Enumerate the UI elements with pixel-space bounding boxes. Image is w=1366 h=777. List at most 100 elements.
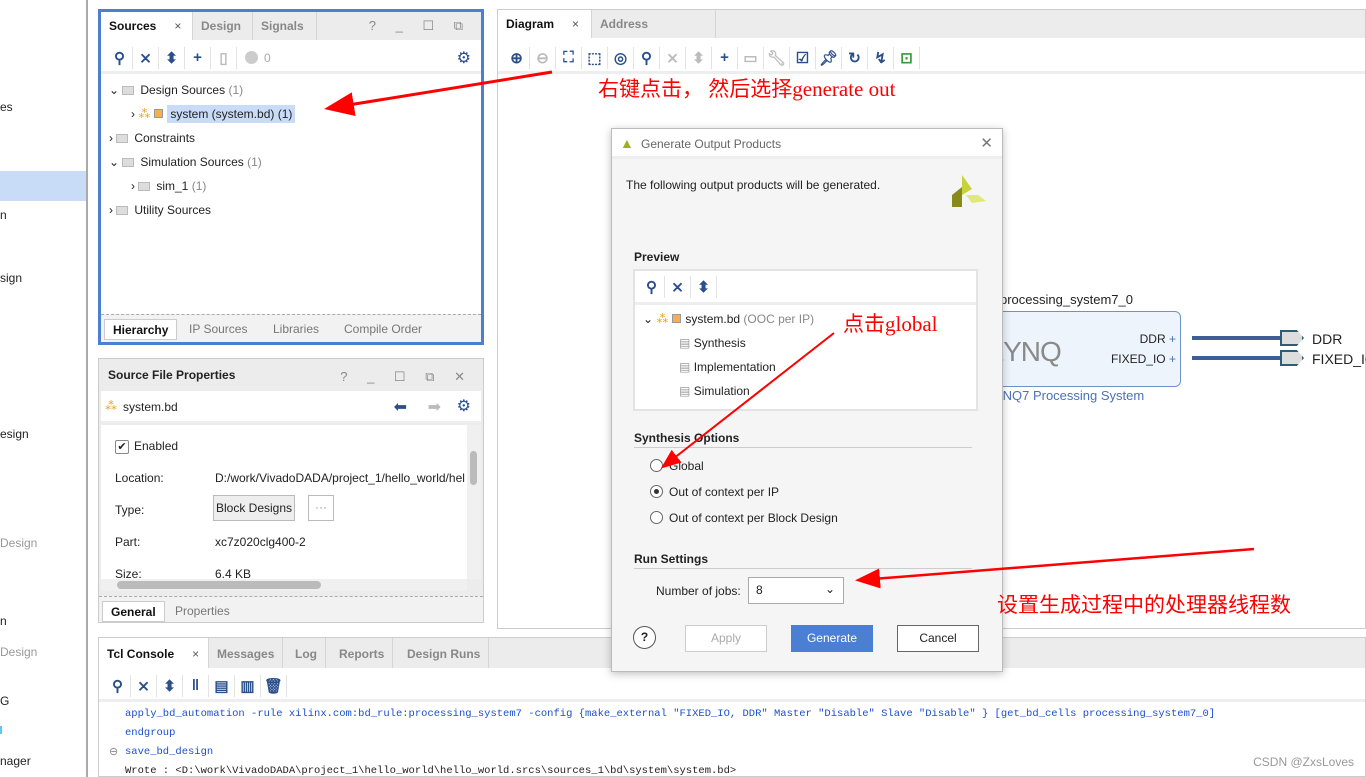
sidebar-item[interactable]: sign (0, 271, 22, 285)
zoom-fit-icon[interactable]: ⛶ (556, 46, 582, 69)
sidebar-item[interactable]: nager (0, 754, 31, 768)
tree-design-sources[interactable]: ⌄ Design Sources (1) (109, 80, 243, 100)
close-icon[interactable]: ✕ (980, 134, 993, 152)
generate-button[interactable]: Generate (791, 625, 873, 652)
window-controls-icon[interactable]: ? _ ☐ ⧉ (369, 18, 471, 34)
search-icon[interactable]: ⚲ (107, 46, 133, 69)
apply-button[interactable]: Apply (685, 625, 767, 652)
vertical-scrollbar[interactable] (467, 425, 481, 579)
tree-simulation-sources[interactable]: ⌄ Simulation Sources (1) (109, 152, 262, 172)
external-port-icon[interactable] (1280, 350, 1304, 366)
help-button[interactable]: ? (633, 626, 656, 649)
port-icon[interactable]: ⊡ (894, 46, 920, 69)
zynq-block[interactable]: ZYNQ DDR + FIXED_IO + (978, 311, 1181, 387)
expand-all-icon[interactable]: ⬍ (159, 46, 185, 69)
tab-design-runs[interactable]: Design Runs (399, 638, 490, 668)
radio-global[interactable]: Global (650, 459, 704, 473)
add-icon[interactable]: + (185, 46, 211, 69)
tab-ip-sources[interactable]: IP Sources (181, 319, 255, 340)
search-icon[interactable]: ⚲ (639, 275, 665, 298)
sidebar-item[interactable]: n (0, 614, 7, 628)
port-fixed-io[interactable]: FIXED_IO + (1111, 352, 1176, 366)
sidebar-item[interactable]: G (0, 694, 9, 708)
tree-system-bd[interactable]: › ⁂ system (system.bd) (1) (131, 104, 296, 124)
collapse-group-icon[interactable]: ⊖ (109, 745, 118, 758)
expand-all-icon[interactable]: ⬍ (157, 674, 183, 697)
tree-sim-1[interactable]: › sim_1 (1) (131, 176, 206, 196)
search-icon[interactable]: ⚲ (634, 46, 660, 69)
tab-libraries[interactable]: Libraries (265, 319, 327, 340)
sidebar-item[interactable]: Design (0, 536, 37, 550)
tab-tcl-console[interactable]: Tcl Console × (99, 638, 209, 668)
zoom-out-icon[interactable]: ⊖ (530, 46, 556, 69)
external-port-ddr[interactable]: DDR (1312, 331, 1342, 347)
external-port-fixed-io[interactable]: FIXED_IO (1312, 351, 1366, 367)
tab-properties[interactable]: Properties (167, 601, 238, 622)
close-icon[interactable]: × (174, 19, 181, 33)
forward-arrow-icon[interactable]: ➡ (428, 397, 441, 417)
collapse-all-icon[interactable]: ⨯ (131, 674, 157, 697)
search-icon[interactable]: ⚲ (105, 674, 131, 697)
collapse-all-icon[interactable]: ⨯ (660, 46, 686, 69)
back-arrow-icon[interactable]: ⬅ (394, 397, 407, 417)
tree-utility-sources[interactable]: › Utility Sources (109, 200, 211, 220)
tab-signals[interactable]: Signals (253, 12, 317, 40)
preview-tree-item[interactable]: ▤ Synthesis (679, 333, 746, 353)
radio-ooc-per-bd[interactable]: Out of context per Block Design (650, 511, 838, 525)
sidebar-item[interactable]: n (0, 208, 7, 222)
gear-icon[interactable]: ⚙ (457, 48, 471, 68)
port-ddr[interactable]: DDR + (1140, 332, 1176, 346)
tab-messages[interactable]: Messages (209, 638, 284, 668)
horizontal-scrollbar[interactable] (101, 579, 467, 591)
gear-icon[interactable]: ⚙ (457, 396, 471, 416)
preview-tree-root[interactable]: ⌄ ⁂ system.bd (OOC per IP) (643, 309, 814, 329)
close-icon[interactable]: × (572, 17, 579, 31)
window-controls-icon[interactable]: ? _ ☐ ⧉ ✕ (340, 369, 473, 385)
trash-icon[interactable]: 🗑︎ (261, 674, 287, 697)
enabled-checkbox[interactable]: ✔ Enabled (115, 439, 178, 454)
tab-diagram[interactable]: Diagram × (498, 10, 592, 38)
ip-icon (154, 109, 164, 118)
regenerate-layout-icon[interactable]: ↯ (868, 46, 894, 69)
pause-icon[interactable]: ‖ (183, 674, 209, 697)
preview-tree: ⚲ ⨯ ⬍ ⌄ ⁂ system.bd (OOC per IP) ▤ Synthe… (633, 269, 978, 411)
preview-tree-item[interactable]: ▤ Implementation (679, 357, 776, 377)
close-icon[interactable]: × (192, 647, 199, 661)
sidebar-item[interactable]: Design (0, 645, 37, 659)
add-ip-icon[interactable]: + (712, 46, 738, 69)
copy-icon[interactable]: ▤ (209, 674, 235, 697)
radio-icon (650, 511, 663, 524)
more-button[interactable]: ··· (308, 495, 334, 521)
tab-general[interactable]: General (102, 601, 165, 622)
wrench-icon[interactable]: 🔧︎ (764, 46, 790, 69)
radio-ooc-per-ip[interactable]: Out of context per IP (650, 485, 779, 499)
pin-icon[interactable]: 📌︎ (816, 46, 842, 69)
external-port-icon[interactable] (1280, 330, 1304, 346)
preview-tree-item[interactable]: ▤ Simulation (679, 381, 750, 401)
cancel-button[interactable]: Cancel (897, 625, 979, 652)
tab-design[interactable]: Design (193, 12, 253, 40)
tab-reports[interactable]: Reports (331, 638, 394, 668)
tree-constraints[interactable]: › Constraints (109, 128, 195, 148)
jobs-select[interactable]: 8 ⌄ (748, 577, 844, 604)
refresh-icon[interactable]: ↻ (842, 46, 868, 69)
tab-log[interactable]: Log (287, 638, 326, 668)
columns-icon[interactable]: ▥ (235, 674, 261, 697)
zoom-area-icon[interactable]: ⬚ (582, 46, 608, 69)
folder-icon (116, 134, 129, 143)
tab-sources[interactable]: Sources × (101, 12, 193, 40)
sidebar-item[interactable]: esign (0, 427, 29, 441)
unknown-file-icon[interactable]: ▯ (211, 46, 237, 69)
tab-hierarchy[interactable]: Hierarchy (104, 319, 178, 340)
zoom-in-icon[interactable]: ⊕ (504, 46, 530, 69)
tab-compile-order[interactable]: Compile Order (336, 319, 430, 340)
collapse-all-icon[interactable]: ⨯ (133, 46, 159, 69)
collapse-all-icon[interactable]: ⨯ (665, 275, 691, 298)
expand-all-icon[interactable]: ⬍ (691, 275, 717, 298)
tab-address-editor[interactable]: Address Editor× (592, 10, 716, 59)
validate-icon[interactable]: ☑ (790, 46, 816, 69)
autoroute-icon[interactable]: ◎ (608, 46, 634, 69)
expand-all-icon[interactable]: ⬍ (686, 46, 712, 69)
make-external-icon[interactable]: ▭ (738, 46, 764, 69)
sidebar-item[interactable]: es (0, 100, 13, 114)
